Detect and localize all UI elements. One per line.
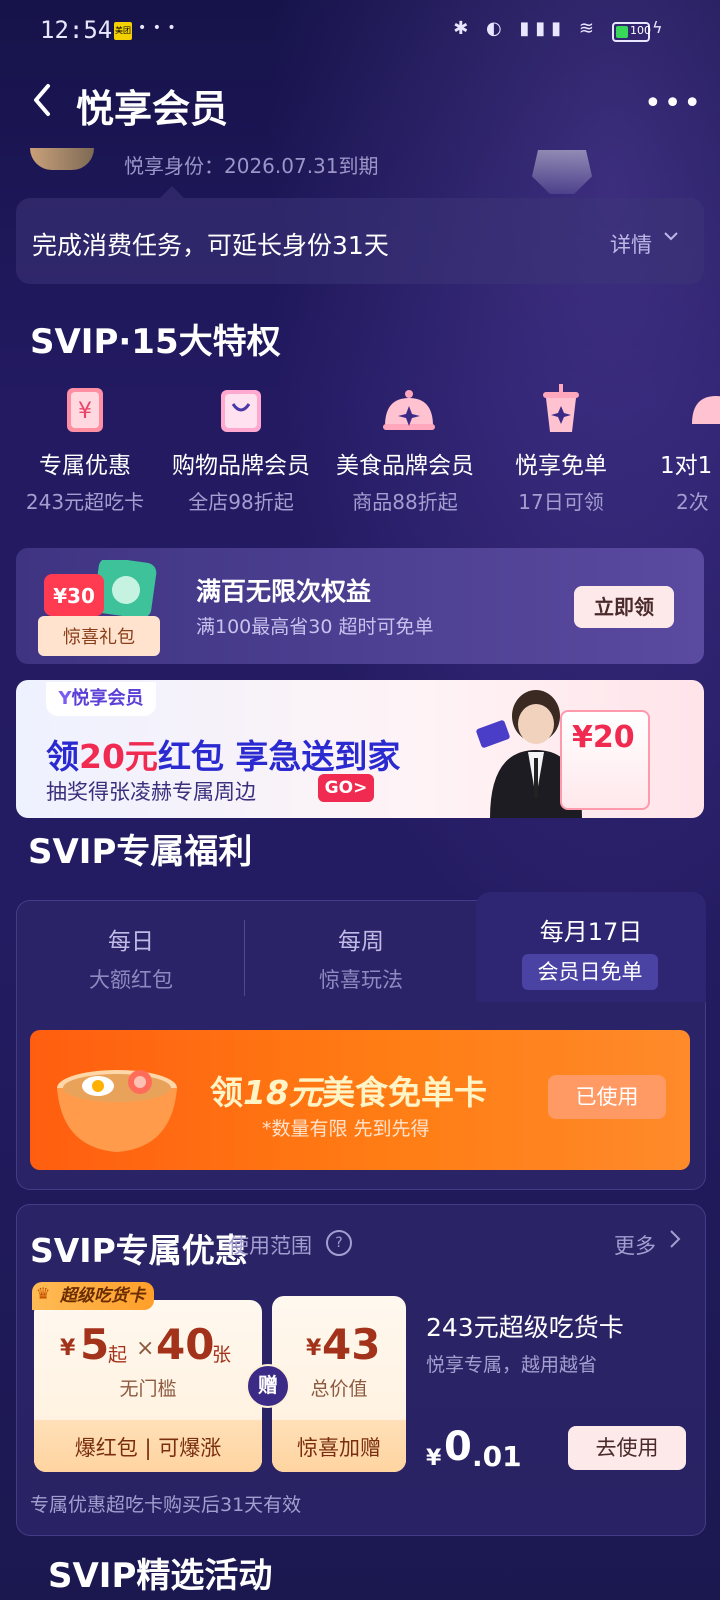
back-icon[interactable] bbox=[30, 82, 54, 127]
tab-subtitle-active: 会员日免单 bbox=[522, 954, 658, 990]
status-time: 12:54 bbox=[40, 16, 113, 44]
food-cloche-icon bbox=[381, 384, 435, 436]
voucher-unit: 张 bbox=[212, 1344, 232, 1366]
bonus-currency: ¥ bbox=[306, 1336, 322, 1361]
privilege-sub: 17日可领 bbox=[518, 490, 604, 514]
tab-divider bbox=[244, 920, 245, 996]
status-bar: 12:54 美团 • • • ✱ ◐ ▮▮▮ ≋ 100 ϟ bbox=[0, 0, 720, 60]
privilege-name: 1对1 bbox=[660, 453, 713, 479]
crown-icon: ♛ bbox=[36, 1284, 51, 1303]
privilege-item-one-on-one[interactable]: 1对1 2次 bbox=[660, 384, 720, 515]
card-description: 悦享专属，越用越省 bbox=[426, 1354, 598, 1376]
app-notification-icon: 美团 bbox=[114, 22, 132, 40]
gift-badge-amount: ¥30 bbox=[53, 584, 95, 608]
discount-title: SVIP专属优惠 bbox=[30, 1231, 248, 1270]
welfare-title: SVIP专属福利 bbox=[28, 832, 253, 872]
page-title: 悦享会员 bbox=[76, 87, 229, 131]
bonus-footer-text: 惊喜加赠 bbox=[297, 1436, 381, 1460]
food-title-rest: 美食免单卡 bbox=[321, 1073, 487, 1112]
identity-expiry: 悦享身份：2026.07.31到期 bbox=[124, 154, 379, 178]
tab-subtitle: 大额红包 bbox=[89, 968, 173, 992]
privilege-name: 专属优惠 bbox=[39, 453, 131, 479]
more-link[interactable]: 更多 bbox=[614, 1230, 656, 1260]
card-name: 243元超级吃货卡 bbox=[426, 1313, 624, 1342]
privilege-item-free-order[interactable]: 悦享免单 17日可领 bbox=[486, 384, 636, 515]
use-button[interactable]: 去使用 bbox=[568, 1426, 686, 1470]
food-voucher-title: 领18元美食免单卡 bbox=[210, 1066, 487, 1114]
notification-dots-icon: • • • bbox=[138, 20, 177, 36]
tab-daily[interactable]: 每日 大额红包 bbox=[16, 922, 246, 994]
gift-badge: 赠 bbox=[246, 1364, 290, 1408]
privilege-item-food[interactable]: 美食品牌会员 商品88折起 bbox=[330, 384, 480, 515]
gift-package-image: ¥30 惊喜礼包 bbox=[38, 557, 164, 656]
claim-button[interactable]: 立即领 bbox=[574, 586, 674, 628]
charging-icon: ϟ bbox=[652, 18, 663, 37]
tab-title-active: 每月17日 bbox=[539, 918, 643, 946]
gift-badge-label: 惊喜礼包 bbox=[63, 627, 135, 648]
chevron-down-icon[interactable] bbox=[662, 226, 680, 250]
times-sign: × bbox=[136, 1336, 155, 1361]
system-status-icons: ✱ ◐ ▮▮▮ ≋ bbox=[453, 18, 600, 39]
coupon-icon: ¥ bbox=[61, 384, 109, 436]
voucher-count: 40 bbox=[156, 1320, 215, 1369]
task-text: 完成消费任务，可延长身份31天 bbox=[32, 231, 389, 260]
tab-weekly[interactable]: 每周 惊喜玩法 bbox=[246, 922, 476, 994]
privilege-sub: 2次 bbox=[676, 490, 709, 514]
gift-subtitle: 满100最高省30 超时可免单 bbox=[196, 616, 434, 638]
promo-subline: 抽奖得张凌赫专属周边 bbox=[46, 780, 256, 804]
battery-level bbox=[616, 26, 628, 38]
promo-tag: Y悦享会员 bbox=[46, 682, 156, 716]
voucher-condition: 无门槛 bbox=[119, 1378, 177, 1400]
food-title-amount: 18元 bbox=[243, 1073, 322, 1112]
privilege-sub: 商品88折起 bbox=[352, 490, 458, 514]
privilege-name: 悦享免单 bbox=[515, 453, 607, 479]
used-button[interactable]: 已使用 bbox=[548, 1075, 666, 1119]
tab-title: 每周 bbox=[338, 929, 384, 955]
validity-note: 专属优惠超吃卡购买后31天有效 bbox=[30, 1494, 302, 1516]
red-packet-amount: ¥20 bbox=[572, 720, 635, 755]
bonus-label: 总价值 bbox=[310, 1378, 368, 1400]
voucher-from: 起 bbox=[108, 1344, 128, 1366]
headset-icon bbox=[688, 384, 720, 436]
voucher-footer-text: 爆红包 | 可爆涨 bbox=[74, 1436, 222, 1460]
promo-headline-rest: 红包 享急送到家 bbox=[157, 737, 401, 776]
privilege-name: 购物品牌会员 bbox=[172, 453, 310, 479]
chevron-right-icon[interactable] bbox=[668, 1228, 682, 1255]
usage-scope-link[interactable]: 使用范围 bbox=[228, 1230, 312, 1260]
voucher-currency: ¥ bbox=[60, 1336, 76, 1361]
drink-cup-icon bbox=[537, 384, 585, 436]
tab-title: 每日 bbox=[108, 929, 154, 955]
price-decimal: .01 bbox=[472, 1440, 522, 1473]
battery-percent: 100 bbox=[630, 24, 651, 37]
battery-icon: 100 bbox=[612, 22, 651, 42]
privilege-sub: 243元超吃卡 bbox=[25, 490, 145, 514]
privileges-title: SVIP·15大特权 bbox=[30, 322, 281, 362]
more-options-icon[interactable]: ••• bbox=[644, 86, 703, 121]
tab-subtitle: 惊喜玩法 bbox=[319, 968, 403, 992]
task-pointer bbox=[160, 186, 184, 198]
privilege-sub: 全店98折起 bbox=[188, 490, 294, 514]
bonus-amount: 43 bbox=[322, 1320, 381, 1369]
price-integer: 0 bbox=[444, 1424, 472, 1470]
price-currency: ¥ bbox=[426, 1446, 442, 1471]
privilege-item-shopping[interactable]: 购物品牌会员 全店98折起 bbox=[166, 384, 316, 515]
go-button[interactable]: GO> bbox=[318, 774, 374, 802]
privilege-name: 美食品牌会员 bbox=[336, 453, 474, 479]
promo-headline-amount: 20元 bbox=[79, 737, 158, 776]
promo-tag-text: 悦享会员 bbox=[71, 688, 144, 709]
food-title-prefix: 领 bbox=[210, 1073, 243, 1112]
promo-headline: 领20元红包 享急送到家 bbox=[46, 730, 400, 778]
privilege-item-exclusive[interactable]: ¥ 专属优惠 243元超吃卡 bbox=[10, 384, 160, 515]
noodle-bowl-image bbox=[52, 1048, 182, 1158]
food-voucher-subtitle: *数量有限 先到先得 bbox=[262, 1118, 430, 1140]
voucher-amount: 5 bbox=[80, 1320, 110, 1369]
help-icon[interactable]: ? bbox=[326, 1230, 352, 1256]
shopping-bag-icon bbox=[217, 384, 265, 436]
svg-text:¥: ¥ bbox=[78, 399, 92, 424]
gift-title: 满百无限次权益 bbox=[196, 577, 372, 606]
promo-headline-prefix: 领 bbox=[46, 737, 79, 776]
task-detail-link[interactable]: 详情 bbox=[610, 229, 652, 259]
selected-activities-title: SVIP精选活动 bbox=[48, 1556, 273, 1596]
super-foodie-tag-text: 超级吃货卡 bbox=[60, 1286, 145, 1306]
